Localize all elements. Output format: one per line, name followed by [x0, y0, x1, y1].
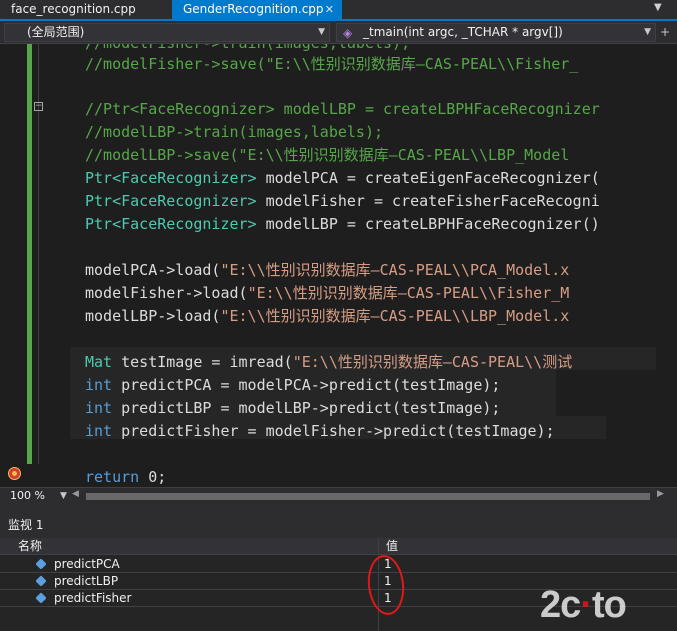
chevron-down-icon: ▼: [60, 491, 67, 501]
zoom-value: 100 %: [10, 489, 45, 502]
indicator-margin[interactable]: [0, 44, 30, 487]
code-line: //Ptr<FaceRecognizer> modelLBP = createL…: [85, 100, 600, 118]
watch-row-name: predictLBP: [54, 574, 119, 588]
scope-value: (全局范围): [27, 25, 85, 39]
column-header-name[interactable]: 名称: [18, 538, 42, 554]
watermark-logo: 2c·to: [540, 584, 677, 631]
code-line: return 0;: [85, 468, 167, 486]
code-line: modelPCA->load("E:\\性别识别数据库—CAS-PEAL\\PC…: [85, 261, 570, 279]
watch-column-headers: 名称 值: [0, 538, 677, 555]
member-dropdown[interactable]: ◈ _tmain(int argc, _TCHAR * argv[]) ▼: [336, 23, 656, 42]
code-text: //modelFisher->train(images,labels); //m…: [85, 44, 600, 486]
editor-status-row: 100 % ▼ ◀ ▶: [0, 487, 677, 504]
horizontal-scrollbar[interactable]: [86, 493, 650, 500]
tab-face-recognition[interactable]: face_recognition.cpp: [0, 0, 170, 19]
column-header-value[interactable]: 值: [386, 538, 398, 554]
code-line: int predictPCA = modelPCA->predict(testI…: [85, 376, 501, 394]
zoom-dropdown[interactable]: 100 % ▼: [4, 489, 67, 504]
scope-dropdown[interactable]: (全局范围) ▼: [4, 23, 330, 42]
method-icon: ◈: [343, 26, 353, 40]
code-line: Ptr<FaceRecognizer> modelFisher = create…: [85, 192, 600, 210]
split-window-icon[interactable]: +: [660, 25, 670, 39]
navigation-bar: (全局范围) ▼ ◈ _tmain(int argc, _TCHAR * arg…: [0, 21, 677, 44]
code-line: Ptr<FaceRecognizer> modelPCA = createEig…: [85, 169, 600, 187]
code-line: int predictFisher = modelFisher->predict…: [85, 422, 555, 440]
collapse-icon[interactable]: −: [34, 102, 43, 111]
code-line: Mat testImage = imread("E:\\性别识别数据库—CAS-…: [85, 353, 573, 371]
code-editor[interactable]: − //modelFisher->train(images,labels); /…: [0, 44, 677, 487]
watermark-text: 2c·to: [540, 584, 627, 626]
watch-row-name: predictPCA: [54, 557, 120, 571]
code-line: modelLBP->load("E:\\性别识别数据库—CAS-PEAL\\LB…: [85, 307, 570, 325]
code-line: //modelLBP->train(images,labels);: [85, 123, 384, 141]
watch-panel-header: 监视 1: [0, 504, 677, 538]
variable-icon: [35, 575, 47, 587]
code-line: int predictLBP = modelLBP->predict(testI…: [85, 399, 501, 417]
code-line: Ptr<FaceRecognizer> modelLBP = createLBP…: [85, 215, 600, 233]
scroll-right-icon[interactable]: ▶: [657, 489, 664, 499]
scroll-left-icon[interactable]: ◀: [72, 489, 79, 499]
document-tab-strip: face_recognition.cpp GenderRecognition.c…: [0, 0, 677, 21]
chevron-down-icon: ▼: [644, 27, 651, 37]
tab-label: GenderRecognition.cpp: [183, 2, 324, 16]
code-line: //modelLBP->save("E:\\性别识别数据库—CAS-PEAL\\…: [85, 146, 570, 164]
variable-icon: [35, 558, 47, 570]
change-tracking-bar: [27, 44, 32, 464]
tab-gender-recognition[interactable]: GenderRecognition.cpp ✕: [172, 0, 342, 19]
member-value: _tmain(int argc, _TCHAR * argv[]): [363, 25, 563, 39]
tab-label: face_recognition.cpp: [11, 2, 136, 16]
breakpoint-icon[interactable]: [8, 467, 21, 480]
code-line: //modelFisher->save("E:\\性别识别数据库—CAS-PEA…: [85, 55, 579, 73]
chevron-down-icon[interactable]: ▼: [654, 2, 662, 13]
chevron-down-icon: ▼: [318, 27, 325, 37]
code-line: modelFisher->load("E:\\性别识别数据库—CAS-PEAL\…: [85, 284, 570, 302]
watch-panel-title: 监视 1: [8, 518, 44, 532]
variable-icon: [35, 592, 47, 604]
watch-row-name: predictFisher: [54, 591, 132, 605]
watch-row[interactable]: predictPCA 1: [0, 556, 677, 573]
close-icon[interactable]: ✕: [325, 0, 334, 19]
